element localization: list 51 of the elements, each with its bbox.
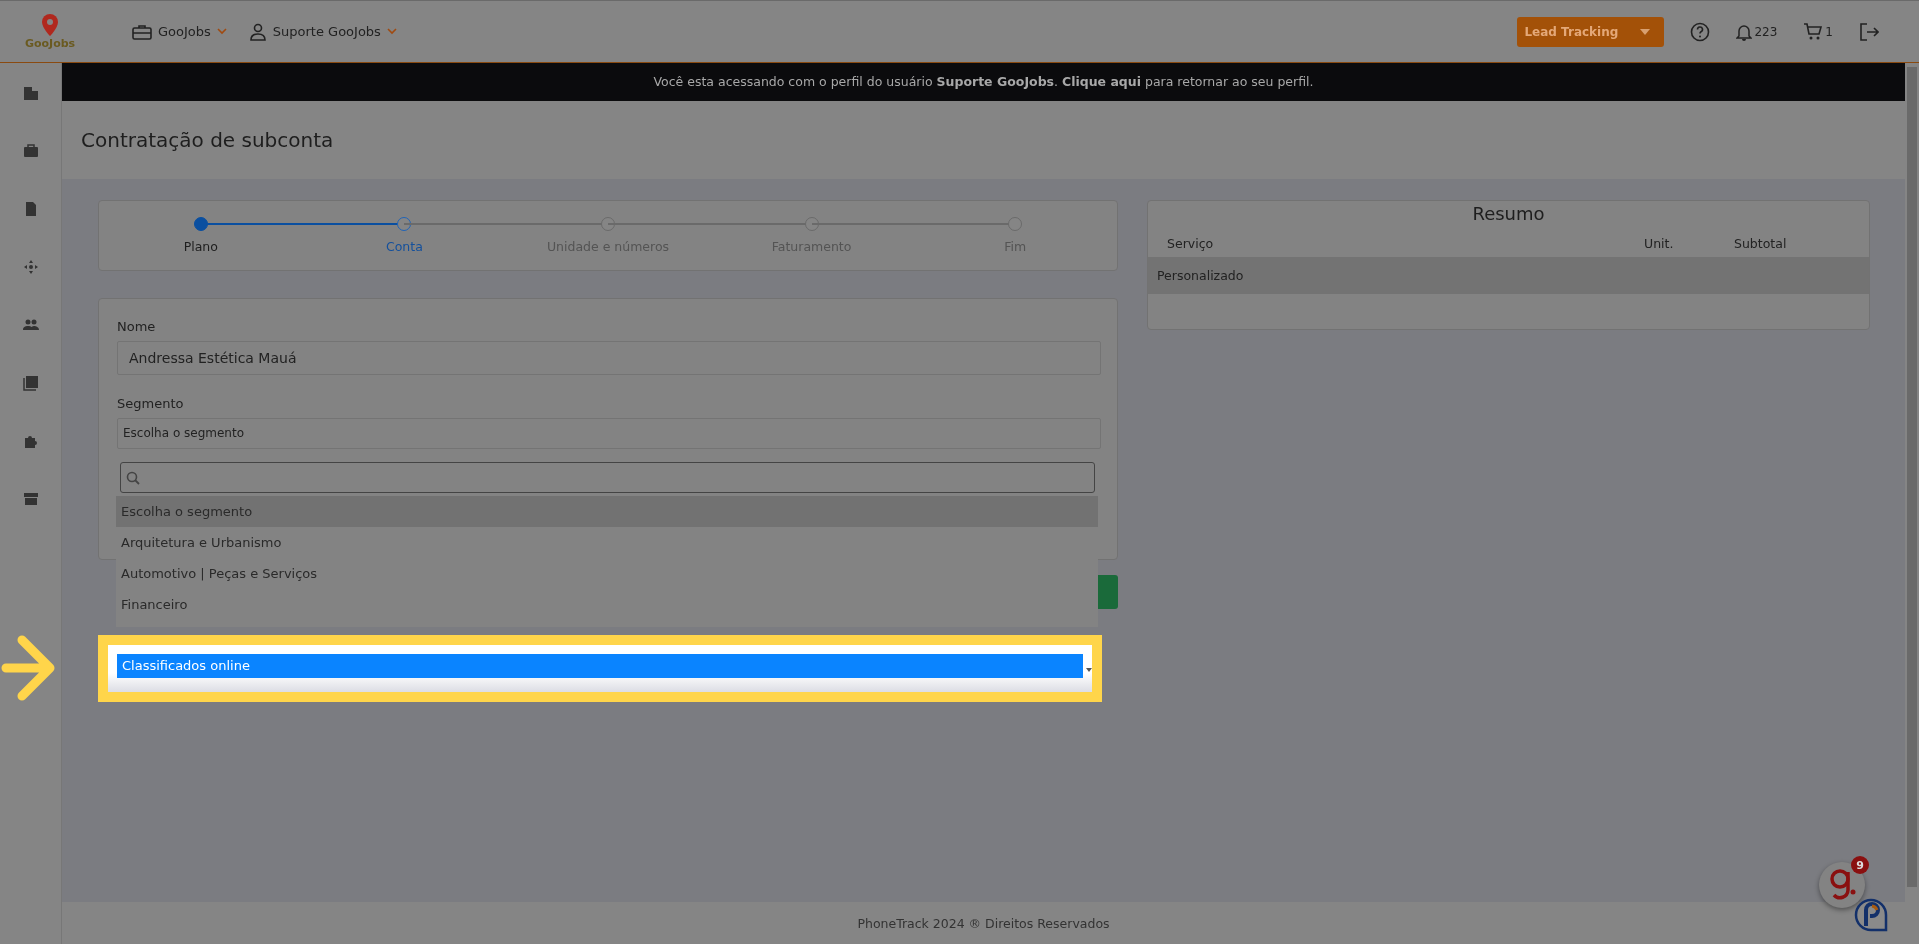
caret-icon	[1086, 668, 1092, 672]
lead-tracking-button[interactable]: Lead Tracking	[1517, 16, 1665, 47]
nav-menu[interactable]: GooJobs	[132, 22, 227, 41]
chevron-icon	[216, 28, 227, 35]
dropdown-option[interactable]: Financeiro	[116, 589, 1098, 620]
logo-pin-icon	[42, 13, 58, 36]
return-link[interactable]: Clique aqui	[1062, 74, 1141, 89]
table-cell: Personalizado	[1157, 268, 1244, 283]
store-icon[interactable]	[22, 491, 39, 507]
search-icon	[126, 470, 140, 485]
banner-text: Você esta acessando com o perfil do usuário Suporte GooJobs. Clique aqui para retornar ao seu perfil.	[62, 63, 1905, 101]
nav-menu[interactable]: Suporte GooJobs	[248, 22, 397, 41]
field-label: Segmento	[117, 396, 185, 411]
dropdown-option[interactable]: Automotivo | Peças e Serviços	[116, 558, 1098, 589]
logo-text: GooJobs	[24, 36, 76, 50]
bell-icon[interactable]	[1736, 22, 1753, 41]
caret-icon	[1640, 28, 1651, 35]
move-icon[interactable]	[22, 259, 39, 275]
people-icon[interactable]	[22, 317, 39, 333]
segment-select[interactable]: Escolha o segmento	[117, 418, 1101, 449]
chevron-icon	[386, 28, 397, 35]
column-header: Unit.	[1644, 236, 1675, 251]
chat-button[interactable]	[1819, 862, 1865, 908]
dropdown-option[interactable]: Arquitetura e Urbanismo	[116, 527, 1098, 558]
step-label: Conta	[385, 239, 423, 254]
help-icon[interactable]	[1690, 21, 1711, 42]
cart-count: 1	[1825, 24, 1833, 39]
p-logo-icon[interactable]	[1854, 898, 1888, 932]
dropdown-option[interactable]: Classificados online	[117, 654, 1083, 678]
puzzle-icon[interactable]	[22, 433, 39, 449]
chat-badge: 9	[1851, 856, 1869, 874]
column-header: Subtotal	[1734, 236, 1787, 251]
user-icon	[248, 22, 267, 41]
page-title: Contratação de subconta	[81, 128, 334, 152]
column-header: Serviço	[1167, 236, 1215, 251]
briefcase-icon	[132, 23, 152, 40]
notification-count: 223	[1754, 24, 1778, 39]
field-label: Nome	[117, 319, 157, 334]
step-label: Plano	[183, 239, 218, 254]
name-field[interactable]: Andressa Estética Mauá	[117, 341, 1101, 375]
footer-text: PhoneTrack 2024 ® Direitos Reservados	[857, 915, 1110, 931]
g-logo-icon	[1828, 868, 1856, 902]
briefcase-icon[interactable]	[22, 143, 39, 159]
logout-icon[interactable]	[1859, 22, 1879, 41]
summary-title: Resumo	[1471, 202, 1546, 224]
page-scrollbar[interactable]	[1905, 63, 1919, 944]
cart-icon[interactable]	[1803, 22, 1824, 41]
building-icon[interactable]	[22, 85, 39, 101]
books-icon[interactable]	[22, 375, 39, 391]
dropdown-option[interactable]: Escolha o segmento	[116, 496, 1098, 527]
search-field[interactable]	[120, 462, 1095, 493]
